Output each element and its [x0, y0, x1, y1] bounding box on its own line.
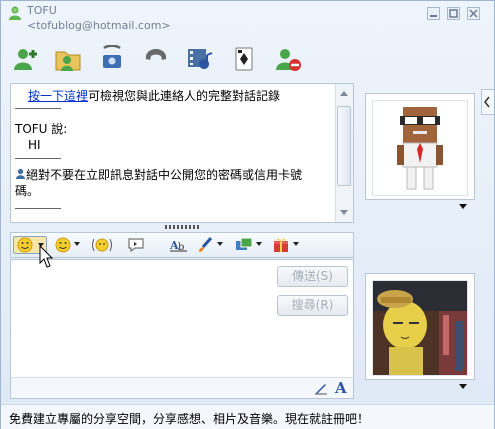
block-contact-icon[interactable] [273, 45, 303, 73]
divider [15, 158, 61, 159]
scroll-down-icon[interactable] [339, 209, 349, 217]
compose-footer: A [11, 377, 353, 398]
contact-picture-menu-arrow[interactable] [459, 204, 467, 209]
ink-button[interactable] [197, 236, 225, 254]
format-toolbar: Ab [10, 232, 354, 258]
wink-icon [55, 237, 71, 253]
ink-dropdown-arrow [217, 242, 223, 246]
messenger-buddy-icon [9, 6, 21, 20]
divider [15, 108, 61, 109]
ink-brush-icon [199, 237, 213, 252]
search-button[interactable]: 搜尋(R) [277, 295, 348, 316]
contact-name: TOFU [27, 4, 57, 17]
history-link[interactable]: 按一下這裡 [28, 89, 88, 103]
video-call-icon[interactable] [97, 45, 127, 73]
message-text: HI [28, 138, 41, 152]
maximize-icon [449, 9, 458, 18]
voice-clip-button[interactable] [127, 236, 147, 254]
divider [15, 208, 61, 209]
contact-email: <tofublog@hotmail.com> [27, 19, 171, 32]
send-button[interactable]: 傳送(S) [277, 266, 348, 287]
font-icon: Ab [169, 239, 187, 253]
compose-area[interactable]: 傳送(S) 搜尋(R) A [10, 259, 354, 399]
main-toolbar [1, 39, 494, 79]
background-button[interactable] [235, 236, 263, 254]
contact-display-picture[interactable] [365, 93, 475, 209]
background-dropdown-arrow [256, 242, 262, 246]
scroll-thumb[interactable] [337, 106, 351, 186]
gift-icon [274, 238, 288, 252]
invite-contact-icon[interactable] [11, 45, 41, 73]
gift-dropdown-arrow [293, 242, 299, 246]
sender-says: TOFU 說: [15, 122, 68, 136]
games-icon[interactable] [229, 45, 259, 73]
voice-clip-icon [128, 238, 144, 252]
scroll-up-icon[interactable] [339, 89, 349, 97]
pane-splitter[interactable] [165, 225, 199, 229]
security-warning: 絕對不要在立即訊息對話中公開您的密碼或信用卡號 [15, 168, 335, 182]
font-button[interactable]: Ab [169, 236, 189, 254]
conversation-window: TOFU <tofublog@hotmail.com> 按一下這裡可檢視您與此連… [0, 0, 495, 429]
collapse-pane-button[interactable] [481, 89, 494, 115]
my-avatar-image [373, 281, 467, 375]
contact-avatar-image [397, 107, 443, 190]
warning-person-icon [16, 168, 25, 179]
voice-call-icon[interactable] [141, 45, 171, 73]
emoticon-icon [17, 237, 33, 253]
conversation-history[interactable]: 按一下這裡可檢視您與此連絡人的完整對話記錄 TOFU 說: HI 絕對不要在立即… [10, 83, 354, 223]
conversation-scrollbar[interactable] [335, 84, 353, 222]
nudge-button[interactable] [91, 236, 115, 254]
minimize-icon [430, 15, 437, 17]
promo-text[interactable]: 免費建立專屬的分享空間，分享感想、相片及音樂。現在就註冊吧！ [9, 410, 369, 427]
activities-icon[interactable] [185, 45, 215, 73]
wink-dropdown-arrow [74, 242, 80, 246]
gift-button[interactable] [273, 236, 301, 254]
send-files-icon[interactable] [53, 45, 83, 73]
nudge-icon [92, 238, 112, 252]
background-icon [236, 237, 253, 250]
contact-avatar [372, 100, 468, 196]
chevron-left-icon [484, 96, 490, 108]
status-bar: 免費建立專屬的分享空間，分享感想、相片及音樂。現在就註冊吧！ [1, 404, 494, 429]
mouse-cursor-icon [39, 245, 53, 268]
minimize-button[interactable] [427, 7, 440, 20]
security-warning-line1: 絕對不要在立即訊息對話中公開您的密碼或信用卡號 [26, 168, 303, 182]
wink-button[interactable] [53, 236, 81, 254]
history-notice-text: 可檢視您與此連絡人的完整對話記錄 [88, 89, 281, 103]
my-avatar [372, 280, 468, 376]
history-notice: 按一下這裡可檢視您與此連絡人的完整對話記錄 [28, 89, 348, 103]
type-mode-icon[interactable]: A [335, 379, 347, 397]
handwriting-icon[interactable] [314, 381, 328, 395]
title-bar[interactable]: TOFU <tofublog@hotmail.com> [1, 1, 494, 37]
close-button[interactable] [467, 7, 480, 20]
close-icon [469, 9, 478, 18]
my-display-picture[interactable] [365, 273, 475, 389]
security-warning-line2: 碼。 [15, 184, 40, 198]
maximize-button[interactable] [447, 7, 460, 20]
my-picture-menu-arrow[interactable] [459, 384, 467, 389]
